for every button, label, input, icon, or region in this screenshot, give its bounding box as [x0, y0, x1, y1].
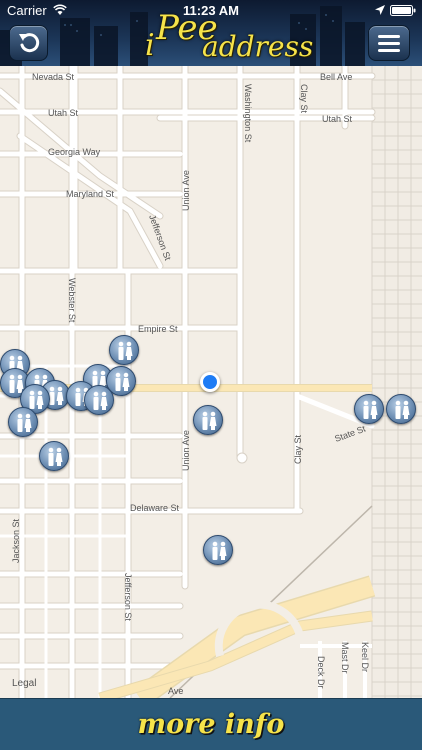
user-location-dot: [200, 372, 220, 392]
street-label-jackson: Jackson St: [11, 518, 21, 563]
street-label-georgia: Georgia Way: [48, 147, 101, 157]
street-label-clay-bottom: Clay St: [293, 434, 303, 464]
restroom-icon: [93, 391, 108, 410]
street-label-union-top: Union Ave: [181, 170, 191, 211]
street-label-maryland: Maryland St: [66, 189, 115, 199]
street-label-delaware: Delaware St: [130, 503, 180, 513]
restroom-marker[interactable]: [39, 441, 69, 471]
restroom-marker[interactable]: [193, 405, 223, 435]
hamburger-icon-bar: [378, 41, 400, 45]
battery-icon: [390, 5, 416, 16]
restroom-marker[interactable]: [354, 394, 384, 424]
location-arrow-icon: [375, 5, 385, 15]
street-label-bell: Bell Ave: [320, 72, 352, 82]
restroom-marker[interactable]: [109, 335, 139, 365]
ipee-address-logo: i Pee address: [120, 6, 314, 64]
street-label-utah-left: Utah St: [48, 108, 79, 118]
undo-icon: [18, 33, 39, 53]
more-info-button[interactable]: more info: [0, 698, 422, 750]
app-header: Carrier 11:23 AM i Pee address: [0, 0, 422, 66]
street-label-clay-top: Clay St: [299, 84, 309, 114]
street-label-nevada: Nevada St: [32, 72, 75, 82]
street-label-washington: Washington St: [243, 84, 253, 143]
street-label-webster: Webster St: [67, 278, 77, 323]
legal-link[interactable]: Legal: [12, 678, 36, 689]
more-info-label: more info: [137, 709, 285, 740]
restroom-icon: [17, 413, 32, 432]
hamburger-icon-bar: [378, 48, 400, 52]
restroom-icon: [118, 341, 133, 360]
street-label-utah-right: Utah St: [322, 114, 353, 124]
restroom-marker[interactable]: [8, 407, 38, 437]
restroom-icon: [115, 372, 130, 391]
hamburger-icon-bar: [378, 34, 400, 38]
restroom-marker[interactable]: [84, 385, 114, 415]
restroom-icon: [48, 447, 63, 466]
street-label-jefferson-bottom: Jefferson St: [123, 573, 133, 621]
logo-i: i: [145, 28, 155, 63]
back-button[interactable]: [9, 25, 48, 61]
restroom-icon: [363, 400, 378, 419]
street-label-empire: Empire St: [138, 324, 178, 334]
restroom-icon: [395, 400, 410, 419]
street-label-ave: Ave: [168, 686, 183, 696]
logo-address: address: [202, 30, 314, 63]
street-label-mast: Mast Dr: [340, 642, 350, 674]
restroom-marker[interactable]: [386, 394, 416, 424]
map-view[interactable]: Nevada St Bell Ave Utah St Utah St Georg…: [0, 66, 422, 698]
street-label-keel: Keel Dr: [360, 642, 370, 672]
menu-button[interactable]: [368, 25, 410, 61]
restroom-marker[interactable]: [203, 535, 233, 565]
street-label-union-bottom: Union Ave: [181, 430, 191, 471]
restroom-icon: [202, 411, 217, 430]
restroom-icon: [212, 541, 227, 560]
street-label-deck: Deck Dr: [316, 656, 326, 689]
